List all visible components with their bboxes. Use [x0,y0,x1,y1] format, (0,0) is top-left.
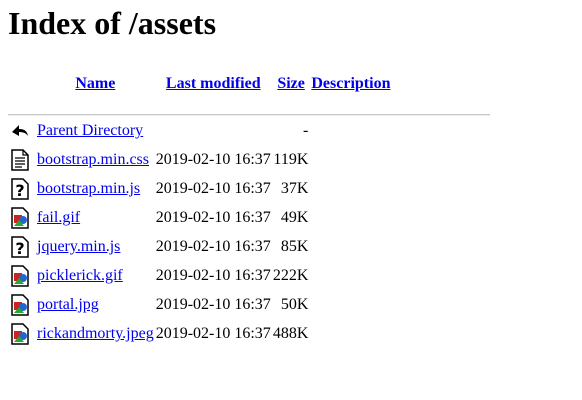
image-file-icon [11,293,29,316]
text-file-icon [11,148,29,171]
file-link[interactable]: bootstrap.min.css [37,151,149,168]
header-divider [8,114,490,116]
table-row: fail.gif 2019-02-10 16:37 49K [8,203,391,232]
size-cell: 49K [280,209,309,226]
size-cell: 50K [280,296,309,313]
image-file-icon [11,264,29,287]
table-row: picklerick.gif 2019-02-10 16:37 222K [8,261,391,290]
file-link[interactable]: portal.jpg [37,296,99,313]
table-row: rickandmorty.jpeg 2019-02-10 16:37 488K [8,319,391,348]
description-cell [310,319,391,348]
modified-cell: 2019-02-10 16:37 [155,209,271,226]
description-cell [310,261,391,290]
sort-by-description-link[interactable]: Description [311,75,390,92]
sort-by-size-link[interactable]: Size [277,75,305,92]
file-link[interactable]: jquery.min.js [37,238,120,255]
description-cell [310,116,391,145]
svg-text:?: ? [15,181,24,200]
file-link[interactable]: rickandmorty.jpeg [37,325,154,342]
size-cell: 488K [272,325,309,342]
size-cell: 37K [280,180,309,197]
sort-by-last-modified-link[interactable]: Last modified [166,75,261,92]
modified-cell: 2019-02-10 16:37 [155,325,271,342]
table-row: ? bootstrap.min.js 2019-02-10 16:37 37K [8,174,391,203]
table-row: Parent Directory - [8,116,391,145]
description-cell [310,203,391,232]
unknown-file-icon: ? [11,177,29,200]
modified-cell: 2019-02-10 16:37 [155,151,271,168]
modified-cell [155,116,272,145]
image-file-icon [11,206,29,229]
header-icon-cell [8,74,36,102]
file-link[interactable]: bootstrap.min.js [37,180,140,197]
header-description: Description [310,74,391,102]
unknown-file-icon: ? [11,235,29,258]
back-arrow-icon [12,124,28,136]
size-cell: 222K [272,267,309,284]
size-cell: 85K [280,238,309,255]
modified-cell: 2019-02-10 16:37 [155,267,271,284]
table-row: portal.jpg 2019-02-10 16:37 50K [8,290,391,319]
file-link[interactable]: picklerick.gif [37,267,123,284]
image-file-icon [11,322,29,345]
description-cell [310,145,391,174]
modified-cell: 2019-02-10 16:37 [155,296,271,313]
size-cell: - [303,122,309,139]
page-title: Index of /assets [8,5,217,41]
size-cell: 119K [273,151,309,168]
header-size: Size [272,74,311,102]
header-row: Name Last modified Size Description [8,74,391,102]
table-row: bootstrap.min.css 2019-02-10 16:37 119K [8,145,391,174]
sort-by-name-link[interactable]: Name [75,75,115,92]
description-cell [310,174,391,203]
header-last-modified: Last modified [155,74,272,102]
file-link[interactable]: Parent Directory [37,122,143,139]
svg-text:?: ? [15,239,24,258]
table-row: ? jquery.min.js 2019-02-10 16:37 85K [8,232,391,261]
description-cell [310,290,391,319]
modified-cell: 2019-02-10 16:37 [155,180,271,197]
description-cell [310,232,391,261]
modified-cell: 2019-02-10 16:37 [155,238,271,255]
header-name: Name [36,74,155,102]
file-link[interactable]: fail.gif [37,209,80,226]
